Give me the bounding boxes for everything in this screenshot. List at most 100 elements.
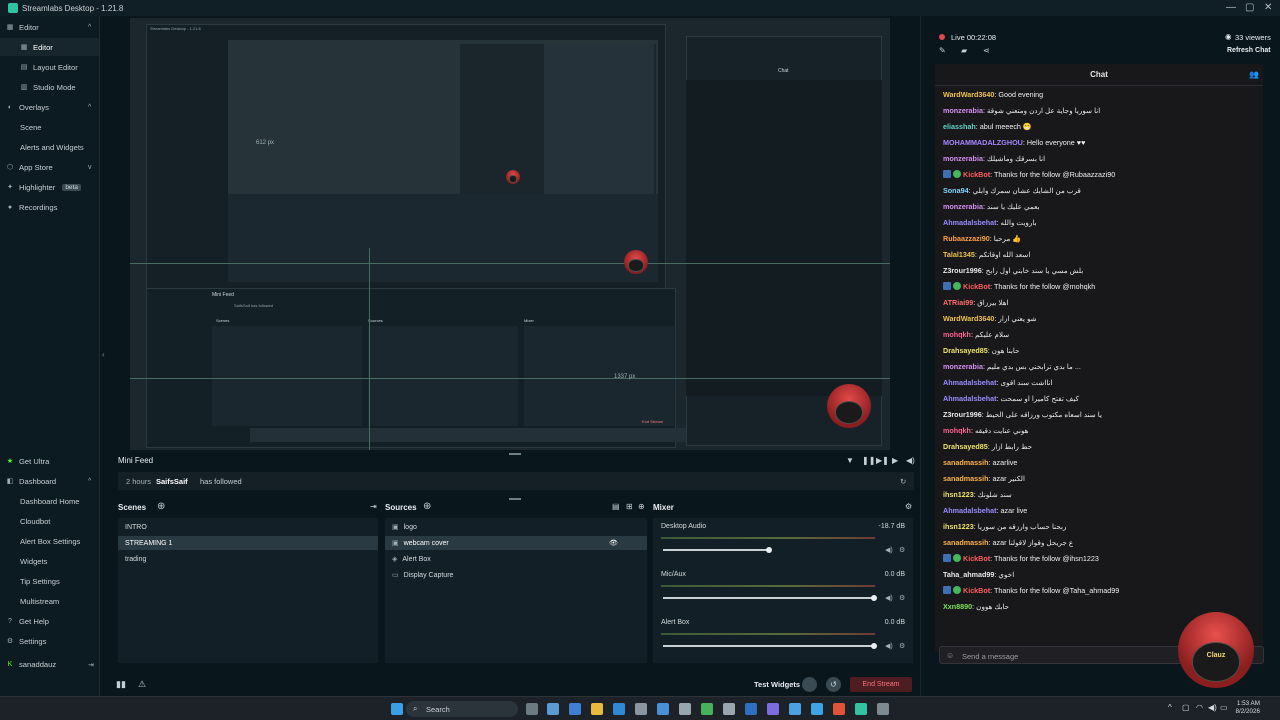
sidebar-item-highlighter[interactable]: ✦ Highlighter beta xyxy=(6,183,81,192)
chevron-icon[interactable]: ^ xyxy=(88,24,91,31)
chat-username[interactable]: Z3rour1996 xyxy=(943,410,982,419)
mute-icon[interactable]: ◀) xyxy=(885,546,893,554)
volume-slider[interactable] xyxy=(663,597,873,599)
sidebar-item-layout-editor[interactable]: ▤ Layout Editor xyxy=(20,63,78,72)
widgets-icon[interactable] xyxy=(547,703,559,715)
chat-username[interactable]: KickBot xyxy=(963,586,990,595)
share-icon[interactable]: ⋖ xyxy=(983,46,990,55)
chat-username[interactable]: sanadmassih xyxy=(943,474,989,483)
app-icon-3[interactable] xyxy=(723,703,735,715)
sidebar-item-scene[interactable]: Scene xyxy=(20,123,42,132)
store-icon[interactable] xyxy=(657,703,669,715)
maximize-button[interactable]: ▢ xyxy=(1245,2,1254,13)
chat-username[interactable]: Ahmadalsbehat xyxy=(943,394,997,403)
chat-username[interactable]: Ahmadalsbehat xyxy=(943,218,997,227)
speaker-icon[interactable]: ◀) xyxy=(1208,703,1217,712)
mixer-settings-icon[interactable]: ⚙ xyxy=(905,502,912,511)
source-row[interactable]: ▣ logo xyxy=(385,520,647,534)
app-icon-4[interactable] xyxy=(745,703,757,715)
filter-icon[interactable]: ▼ xyxy=(846,456,854,465)
next-icon[interactable]: ▶ xyxy=(892,456,898,465)
battery-icon[interactable]: ▭ xyxy=(1220,703,1228,712)
chat-username[interactable]: Taha_ahmad99 xyxy=(943,570,994,579)
app-icon-2[interactable] xyxy=(701,703,713,715)
pause-icon[interactable]: ❚❚ xyxy=(862,456,875,465)
wifi-icon[interactable]: ◠ xyxy=(1196,703,1203,712)
sidebar-item-editor[interactable]: ▦ Editor ^ xyxy=(6,23,92,32)
edit-icon[interactable]: ✎ xyxy=(939,46,946,55)
chat-username[interactable]: mohqkh xyxy=(943,330,971,339)
tray-chevron-icon[interactable]: ^ xyxy=(1168,703,1172,712)
sidebar-item-get-help[interactable]: ? Get Help xyxy=(6,617,49,626)
source-row[interactable]: ◈ Alert Box xyxy=(385,552,647,566)
test-widgets-toggle[interactable] xyxy=(802,677,817,692)
chevron-icon[interactable]: ^ xyxy=(88,104,91,111)
settings-app-icon[interactable] xyxy=(635,703,647,715)
chevron-icon[interactable]: v xyxy=(88,164,92,171)
tray-app-icon[interactable]: ▢ xyxy=(1182,703,1190,712)
sidebar-item-alert-box-settings[interactable]: Alert Box Settings xyxy=(20,537,80,546)
sidebar-item-multistream[interactable]: Multistream xyxy=(20,597,59,606)
streamlabs-taskbar-icon[interactable] xyxy=(855,703,867,715)
chat-username[interactable]: sanadmassih xyxy=(943,458,989,467)
chat-username[interactable]: Xxn8890 xyxy=(943,602,972,611)
source-row[interactable]: ▭ Display Capture xyxy=(385,568,647,582)
sidebar-item-alerts-and-widgets[interactable]: Alerts and Widgets xyxy=(20,143,84,152)
edge-icon[interactable] xyxy=(569,703,581,715)
end-stream-button[interactable]: End Stream xyxy=(850,677,912,692)
app-icon-7[interactable] xyxy=(811,703,823,715)
chat-username[interactable]: monzerabia xyxy=(943,202,983,211)
app-icon-8[interactable] xyxy=(877,703,889,715)
sidebar-item-overlays[interactable]: ◐ Overlays ^ xyxy=(6,103,91,112)
mail-icon[interactable] xyxy=(613,703,625,715)
emote-icon[interactable]: ☺ xyxy=(946,651,954,660)
task-view-icon[interactable] xyxy=(526,703,538,715)
sidebar-item-dashboard[interactable]: ◧ Dashboard ^ xyxy=(6,477,92,486)
channel-settings-icon[interactable]: ⚙ xyxy=(899,594,905,602)
replay-icon[interactable]: ↺ xyxy=(826,677,841,692)
chat-username[interactable]: Z3rour1996 xyxy=(943,266,982,275)
resize-handle-2[interactable] xyxy=(509,498,521,500)
refresh-chat-button[interactable]: Refresh Chat xyxy=(1227,47,1271,54)
chat-username[interactable]: KickBot xyxy=(963,554,990,563)
chat-username[interactable]: Rubaazzazi90 xyxy=(943,234,990,243)
volume-slider[interactable] xyxy=(663,645,873,647)
file-explorer-icon[interactable] xyxy=(591,703,603,715)
chat-username[interactable]: Talal1345 xyxy=(943,250,975,259)
taskbar-search[interactable]: ⌕ Search xyxy=(406,701,518,717)
volume-slider-knob[interactable] xyxy=(871,595,877,601)
source-add-icon[interactable]: ⊕ xyxy=(638,502,645,511)
sidebar-item-app-store[interactable]: ⬡ App Store v xyxy=(6,163,92,172)
performance-icon[interactable]: ▮▮ xyxy=(116,679,126,690)
sidebar-item-tip-settings[interactable]: Tip Settings xyxy=(20,577,60,586)
repeat-icon[interactable]: ↻ xyxy=(900,477,906,486)
chat-username[interactable]: Sona94 xyxy=(943,186,969,195)
chat-username[interactable]: mohqkh xyxy=(943,426,971,435)
chat-username[interactable]: ihsn1223 xyxy=(943,522,974,531)
sidebar-item-settings[interactable]: ⚙ Settings xyxy=(6,637,47,646)
chat-username[interactable]: WardWard3640 xyxy=(943,314,994,323)
chrome-icon[interactable] xyxy=(833,703,845,715)
source-group-icon[interactable]: ⊞ xyxy=(626,502,633,511)
volume-slider-knob[interactable] xyxy=(871,643,877,649)
collapse-sidebar-icon[interactable]: ‹ xyxy=(102,350,105,359)
app-icon-1[interactable] xyxy=(679,703,691,715)
chat-username[interactable]: monzerabia xyxy=(943,154,983,163)
channel-settings-icon[interactable]: ⚙ xyxy=(899,546,905,554)
source-visibility-icon[interactable]: 👁 xyxy=(609,539,618,547)
sidebar-item-widgets[interactable]: Widgets xyxy=(20,557,47,566)
chat-users-icon[interactable]: 👥 xyxy=(1249,70,1259,79)
volume-slider[interactable] xyxy=(663,549,768,551)
minimize-button[interactable]: — xyxy=(1226,2,1236,13)
sidebar-item-cloudbot[interactable]: Cloudbot xyxy=(20,517,50,526)
chat-username[interactable]: KickBot xyxy=(963,282,990,291)
volume-slider-knob[interactable] xyxy=(766,547,772,553)
scene-row[interactable]: trading xyxy=(118,552,378,566)
alert-icon[interactable]: ⚠ xyxy=(138,679,146,690)
sidebar-item-dashboard-home[interactable]: Dashboard Home xyxy=(20,497,80,506)
volume-icon[interactable]: ◀) xyxy=(906,456,915,465)
chat-username[interactable]: WardWard3640 xyxy=(943,90,994,99)
scene-transitions-icon[interactable]: ⇥ xyxy=(370,502,377,511)
chat-username[interactable]: Drahsayed85 xyxy=(943,346,988,355)
chat-username[interactable]: ATRiai99 xyxy=(943,298,973,307)
